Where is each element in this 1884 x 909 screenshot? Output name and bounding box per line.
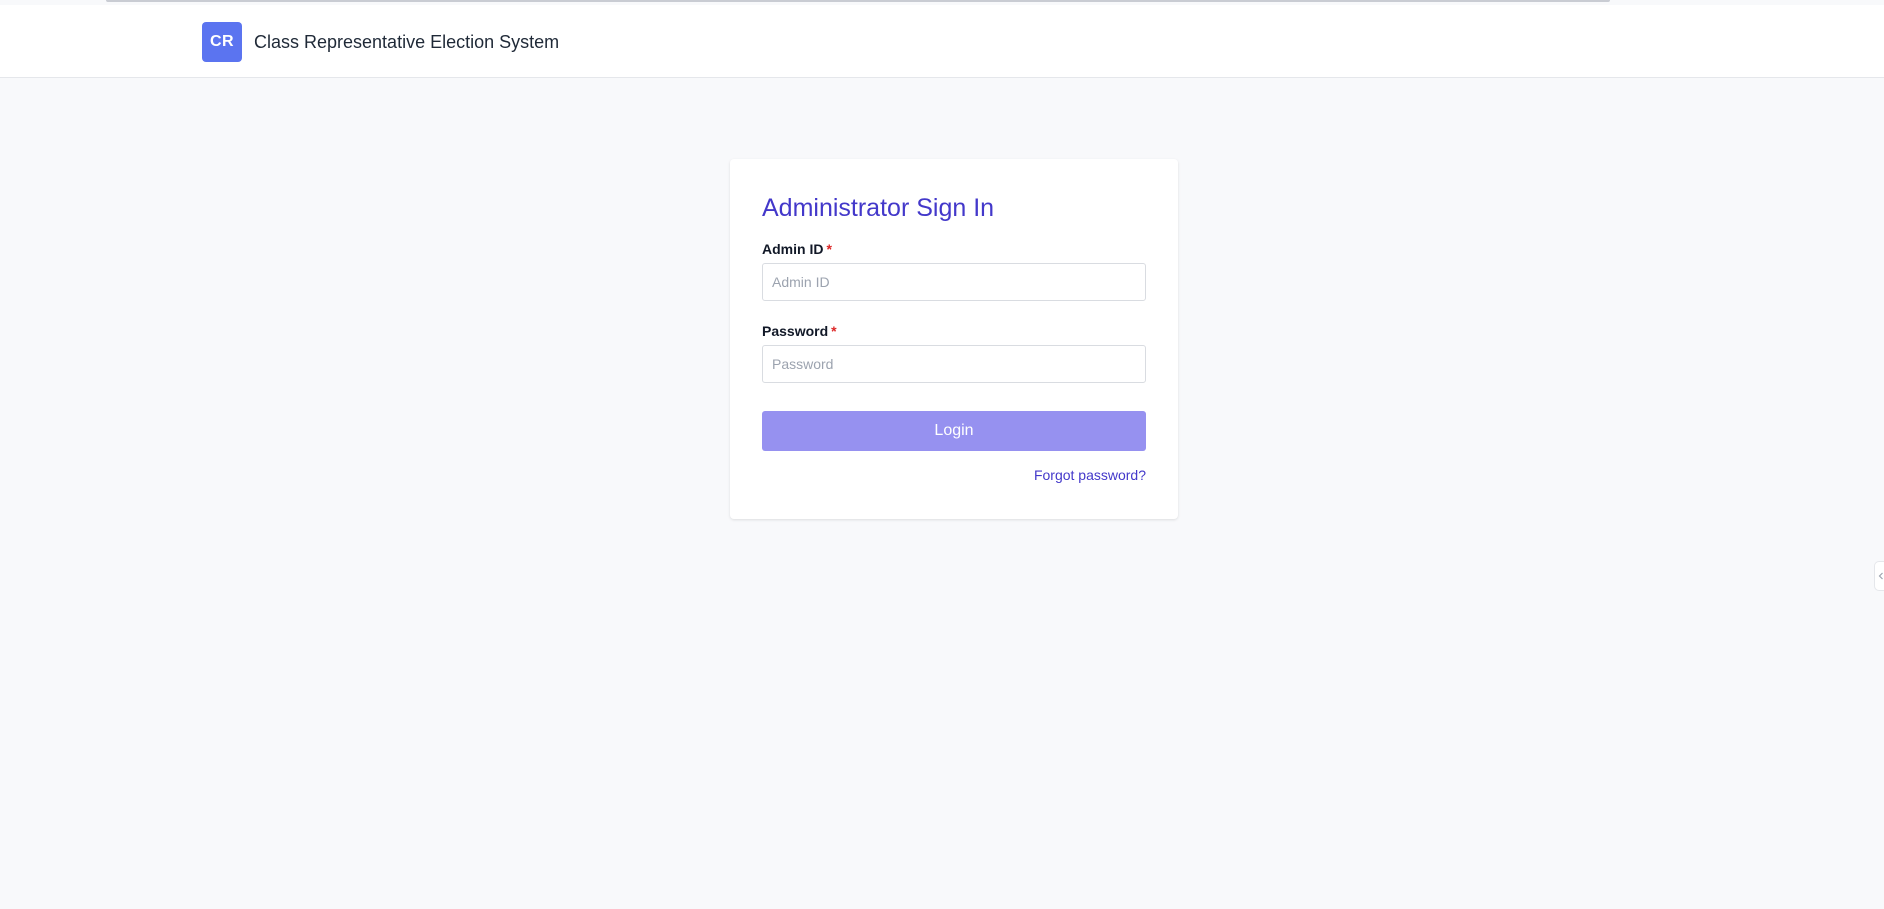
admin-id-input[interactable] bbox=[762, 263, 1146, 301]
login-card: Administrator Sign In Admin ID* Password… bbox=[730, 159, 1178, 519]
admin-id-label-text: Admin ID bbox=[762, 241, 824, 257]
password-label: Password * bbox=[762, 322, 837, 340]
password-input[interactable] bbox=[762, 345, 1146, 383]
login-button[interactable]: Login bbox=[762, 411, 1146, 451]
chevron-left-icon bbox=[1878, 567, 1884, 585]
login-card-title: Administrator Sign In bbox=[762, 194, 995, 222]
app-title: Class Representative Election System bbox=[254, 32, 560, 52]
required-mark: * bbox=[831, 323, 837, 339]
app-logo: CR bbox=[202, 22, 242, 62]
app-header: CR Class Representative Election System bbox=[0, 5, 1884, 78]
browser-top-strip bbox=[106, 0, 1610, 2]
forgot-password-link[interactable]: Forgot password? bbox=[1034, 467, 1146, 483]
password-label-text: Password bbox=[762, 323, 829, 339]
admin-id-label: Admin ID * bbox=[762, 240, 832, 258]
required-mark: * bbox=[826, 241, 832, 257]
side-panel-toggle[interactable] bbox=[1874, 561, 1884, 591]
